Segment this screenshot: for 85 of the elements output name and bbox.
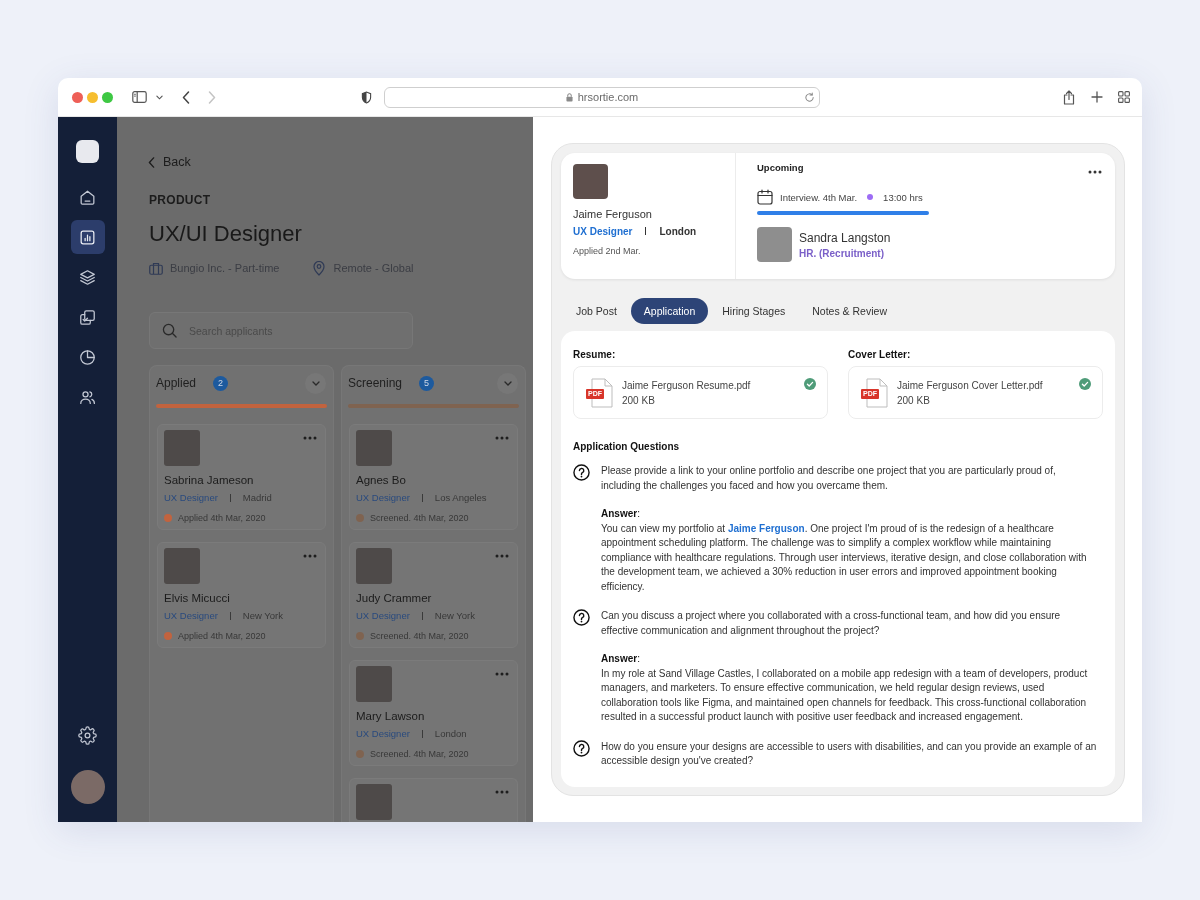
question-text: How do you ensure your designs are accessible to users with disabilities, and can you provide an example of an accessible design you've created? [601,739,1097,768]
event-time: 13:00 hrs [883,191,923,203]
user-avatar-placeholder[interactable] [70,770,105,804]
reload-icon[interactable] [804,91,815,103]
column-title: Screening [348,376,403,390]
count-badge: 2 [213,375,229,391]
city-text: New York [434,610,475,622]
upcoming-heading: Upcoming [757,161,804,174]
candidate-name: Elvis Micucci [164,591,230,605]
candidate-name: Sabrina Jameson [164,473,254,487]
avatar-placeholder [573,164,608,199]
interviewer-role: HR. (Recruitment) [799,246,884,260]
city-text: New York [242,610,283,622]
role-text: UX Designer [164,610,218,622]
avatar-placeholder [356,784,392,820]
pie-chart-icon [78,347,97,367]
chevron-left-icon [148,156,155,168]
avatar-placeholder [757,227,792,262]
separator-dot-icon [867,194,874,200]
avatar-placeholder [356,666,392,702]
question-mark-icon [573,739,590,757]
tab[interactable]: Job Post [563,298,630,324]
file-size: 200 KB [622,393,656,407]
shield-icon[interactable] [361,90,372,104]
job-title: UX/UI Designer [149,221,302,247]
calendar-icon [757,189,773,205]
back-link[interactable]: Back [148,154,191,170]
sidebar-nav-button[interactable] [70,220,105,254]
home-icon [78,187,97,207]
tab[interactable]: Application [630,298,709,324]
answer-label: Answer: [601,507,640,521]
question-text: Please provide a link to your online portfolio and describe one project that you are particularly proud of, including the challenges you faced and how you overcame them. [601,464,1057,493]
section-heading: Application Questions [573,440,680,453]
file-name: Jaime Ferguson Resume.pdf [622,378,751,392]
new-tab-icon[interactable] [1091,91,1103,103]
question-mark-icon [573,609,590,626]
column-title: Applied [156,376,197,390]
layers-icon [78,267,97,287]
question-text: Can you discuss a project where you collaborated with a cross-functional team, and how did you ensure effective communication and alignment throughout the project? [601,609,1062,638]
role-text: UX Designer [356,610,410,622]
address-field[interactable]: hrsortie.com [384,86,820,108]
candidate-name: Judy Crammer [356,591,432,605]
role-text: UX Designer [164,492,218,504]
applied-date: Applied 2nd Mar. [573,245,641,257]
candidate-name: Agnes Bo [356,473,406,487]
candidate-name: Mary Lawson [356,709,425,723]
location-pin-icon [313,260,326,276]
document-label: Resume: [573,348,616,361]
avatar-placeholder [356,430,392,466]
question-mark-icon [573,464,590,481]
tab[interactable]: Hiring Stages [709,298,799,324]
chevron-down-icon[interactable] [156,94,163,100]
file-name: Jaime Ferguson Cover Letter.pdf [897,378,1043,392]
city-text: London [659,225,697,237]
share-icon[interactable] [1063,89,1075,105]
document-label: Cover Letter: [848,348,911,361]
role-text: UX Designer [573,225,633,237]
answer-text: You can view my portfolio at Jaime Ferguson. One project I'm proud of is the redesign of a healthcare appointment scheduling platform. The challenge was to simplify a complex workflow while maintaining compliance with healthcare regulations. Through user interviews, iterative design, and close collaboration with the development team, we achieved a 30% reduction in user errors and improved appointment booking efficiency. [601,521,1088,594]
department-label: PRODUCT [149,193,211,208]
tab-overview-icon[interactable] [1118,91,1130,103]
sidebar-toggle-icon[interactable] [132,91,147,103]
settings-icon [78,725,97,745]
candidate-name: Jaime Ferguson [573,207,652,221]
close-window-icon[interactable] [72,91,83,103]
chevron-down-icon [311,380,320,386]
briefcase-icon [149,261,163,275]
event-text: Interview. 4th Mar. [780,191,858,203]
answer-text: In my role at Sand Village Castles, I collaborated on a mobile app redesign with a team of developers, product managers, and marketers. To ensure effective communication, we held regular design reviews, used collaboration tools like Figma, and maintained open channels for feedback. This cross-functional collaboration resulted in a successful product launch with positive user feedback and increased engagement. [601,666,1089,724]
role-text: UX Designer [356,492,410,504]
chevron-down-icon [503,380,512,386]
role-text: UX Designer [356,728,410,740]
answer-label: Answer: [601,652,640,666]
avatar-placeholder [356,548,392,584]
count-badge: 5 [419,375,435,391]
logo-icon [76,140,99,163]
more-options-icon[interactable] [1088,170,1102,174]
copy-check-icon [78,307,97,327]
interviewer-name: Sandra Langston [799,229,891,246]
file-size: 200 KB [897,393,931,407]
search-icon [162,323,177,338]
tab[interactable]: Notes & Review [799,298,900,324]
avatar-placeholder [164,548,200,584]
avatar-placeholder [164,430,200,466]
lock-icon [565,92,573,102]
portfolio-link[interactable]: Jaime Ferguson [727,522,805,534]
